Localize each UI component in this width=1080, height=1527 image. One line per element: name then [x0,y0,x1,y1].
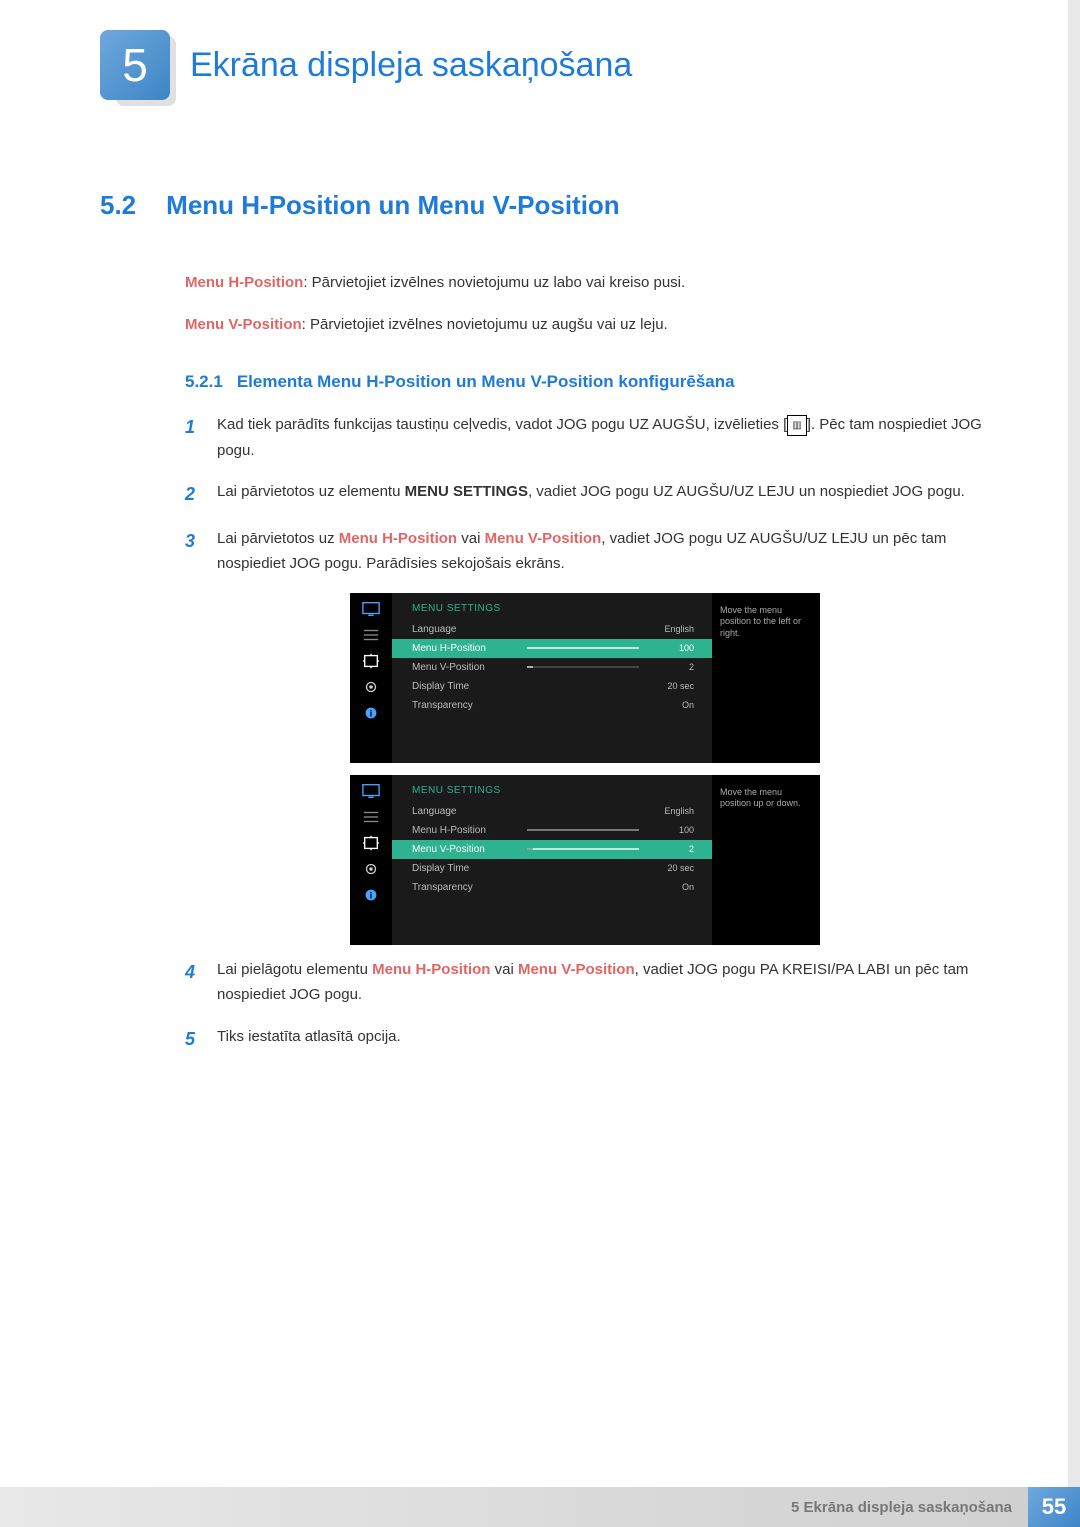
step-1-num: 1 [185,412,199,463]
chapter-number: 5 [122,38,148,92]
section-title: Menu H-Position un Menu V-Position [166,190,620,221]
monitor-icon [361,783,381,799]
osd-row-language: Language English [392,802,712,821]
monitor-icon [361,601,381,617]
svg-text:i: i [370,708,373,718]
subsection-title: Elementa Menu H-Position un Menu V-Posit… [237,372,735,392]
osd-main: MENU SETTINGS Language English Menu H-Po… [392,775,712,945]
list-icon [361,627,381,643]
step-2: 2 Lai pārvietotos uz elementu MENU SETTI… [185,479,990,510]
osd-help: Move the menu position up or down. [712,775,820,945]
resize-icon [361,835,381,851]
gear-icon [361,679,381,695]
step-4-num: 4 [185,957,199,1008]
step-5: 5 Tiks iestatīta atlasītā opcija. [185,1024,990,1055]
intro-h-label: Menu H-Position [185,274,303,291]
section-heading: 5.2 Menu H-Position un Menu V-Position [100,190,990,221]
side-strip [1068,0,1080,1487]
info-icon: i [361,705,381,721]
chapter-badge: 5 [100,30,170,100]
step-3: 3 Lai pārvietotos uz Menu H-Position vai… [185,526,990,577]
step-3-num: 3 [185,526,199,577]
step-5-num: 5 [185,1024,199,1055]
osd-screenshot-1: i MENU SETTINGS Language English Menu H-… [350,593,990,763]
osd-title: MENU SETTINGS [392,601,712,620]
osd-row-hpos: Menu H-Position 100 [392,821,712,840]
osd-row-vpos: Menu V-Position 2 [392,840,712,859]
subsection-number: 5.2.1 [185,372,223,392]
osd-sidebar: i [350,593,392,763]
step-4: 4 Lai pielāgotu elementu Menu H-Position… [185,957,990,1008]
footer-page: 55 [1028,1487,1080,1527]
intro-h-text: : Pārvietojiet izvēlnes novietojumu uz l… [303,274,685,291]
chapter-header: 5 Ekrāna displeja saskaņošana [100,30,990,100]
intro-h: Menu H-Position: Pārvietojiet izvēlnes n… [185,271,990,295]
osd-row-trans: Transparency On [392,878,712,897]
osd-row-trans: Transparency On [392,696,712,715]
step-1-text: Kad tiek parādīts funkcijas taustiņu ceļ… [217,412,990,463]
chapter-title: Ekrāna displeja saskaņošana [190,46,632,85]
footer-text: 5 Ekrāna displeja saskaņošana [0,1487,1028,1527]
intro-v-text: : Pārvietojiet izvēlnes novietojumu uz a… [302,316,668,333]
step-4-text: Lai pielāgotu elementu Menu H-Position v… [217,957,990,1008]
gear-icon [361,861,381,877]
intro-v: Menu V-Position: Pārvietojiet izvēlnes n… [185,313,990,337]
osd-row-dtime: Display Time 20 sec [392,859,712,878]
osd-screenshot-2: i MENU SETTINGS Language English Menu H-… [350,775,990,945]
intro-v-label: Menu V-Position [185,316,302,333]
osd-row-dtime: Display Time 20 sec [392,677,712,696]
info-icon: i [361,887,381,903]
osd-row-language: Language English [392,620,712,639]
section-number: 5.2 [100,190,136,221]
osd-main: MENU SETTINGS Language English Menu H-Po… [392,593,712,763]
menu-grid-icon: ▥ [787,415,806,436]
resize-icon [361,653,381,669]
step-1: 1 Kad tiek parādīts funkcijas taustiņu c… [185,412,990,463]
step-2-text: Lai pārvietotos uz elementu MENU SETTING… [217,479,990,510]
footer: 5 Ekrāna displeja saskaņošana 55 [0,1487,1080,1527]
step-2-num: 2 [185,479,199,510]
osd-sidebar: i [350,775,392,945]
step-3-text: Lai pārvietotos uz Menu H-Position vai M… [217,526,990,577]
osd-row-vpos: Menu V-Position 2 [392,658,712,677]
step-5-text: Tiks iestatīta atlasītā opcija. [217,1024,990,1055]
svg-text:i: i [370,890,373,900]
osd-help: Move the menu position to the left or ri… [712,593,820,763]
osd-title: MENU SETTINGS [392,783,712,802]
osd-row-hpos: Menu H-Position 100 [392,639,712,658]
subsection-heading: 5.2.1 Elementa Menu H-Position un Menu V… [185,372,990,392]
list-icon [361,809,381,825]
